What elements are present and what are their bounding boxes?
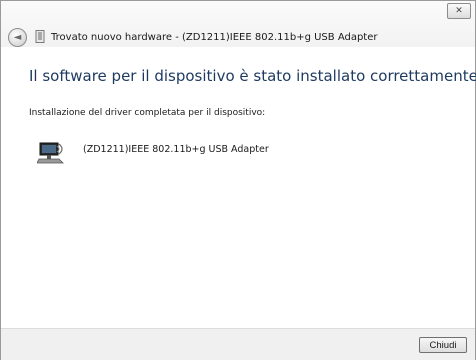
back-arrow-icon: ◄ <box>13 31 22 43</box>
install-status-text: Installazione del driver completata per … <box>29 108 266 118</box>
close-dialog-button[interactable]: Chiudi <box>419 337 467 353</box>
title-bar: ✕ ◄ Trovato nuovo hardware - (ZD1211)IEE… <box>1 1 475 47</box>
back-button[interactable]: ◄ <box>8 28 27 47</box>
wizard-dialog: ✕ ◄ Trovato nuovo hardware - (ZD1211)IEE… <box>0 0 476 360</box>
hardware-icon <box>35 30 45 43</box>
close-button[interactable]: ✕ <box>447 3 471 19</box>
page-title: Il software per il dispositivo è stato i… <box>29 67 476 85</box>
window-title: Trovato nuovo hardware - (ZD1211)IEEE 80… <box>51 32 378 43</box>
footer-bar: Chiudi <box>1 328 475 360</box>
close-icon: ✕ <box>455 5 463 16</box>
device-name: (ZD1211)IEEE 802.11b+g USB Adapter <box>83 144 269 155</box>
network-adapter-icon <box>37 142 64 164</box>
